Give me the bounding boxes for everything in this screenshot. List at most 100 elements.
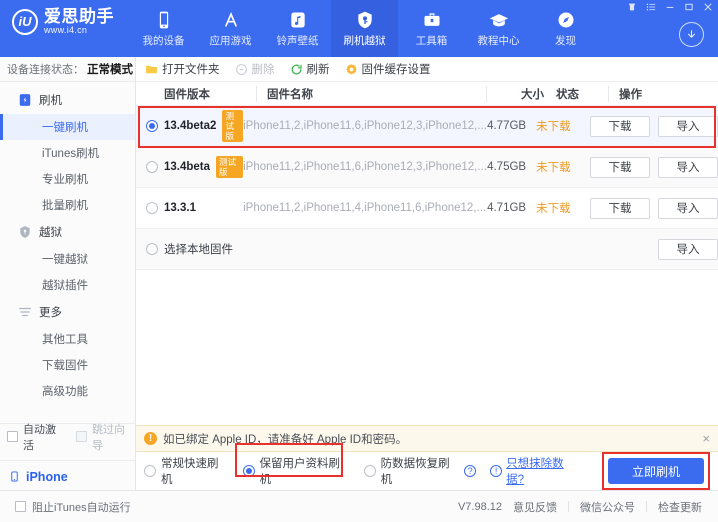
sidebar-item-label: 越狱插件 [42,280,88,292]
row-download-button[interactable]: 下载 [589,115,650,137]
divider [568,501,569,512]
more-lines-icon [19,307,31,317]
sidebar-group-jailbreak[interactable]: 越狱 [0,218,135,246]
sidebar-item-label: 专业刷机 [42,174,88,186]
auto-activate-checkbox[interactable]: 自动激活 [7,421,66,453]
flash-now-wrapper: 立即刷机 [602,452,710,490]
apple-id-notice: ! 如已绑定 Apple ID，请准备好 Apple ID和密码。 × [136,425,718,452]
row-import-button[interactable]: 导入 [657,197,718,219]
row-radio[interactable] [242,465,255,477]
row-import-button[interactable]: 导入 [658,238,718,260]
question-icon[interactable]: ? [464,465,477,477]
firmware-cache-settings-button[interactable]: 固件缓存设置 [345,61,431,77]
sidebar-item-download-firmware[interactable]: 下载固件 [0,352,135,378]
sidebar-item-pro-flash[interactable]: 专业刷机 [0,166,135,192]
checkbox-box-icon [15,501,26,512]
block-itunes-label: 阻止iTunes自动运行 [32,501,131,514]
row-radio[interactable] [146,120,158,132]
footer-link-feedback[interactable]: 意见反馈 [513,499,557,515]
flash-now-button[interactable]: 立即刷机 [608,458,704,484]
sidebar-group-more[interactable]: 更多 [0,298,135,326]
tab-label: 刷机越狱 [343,34,386,47]
table-row[interactable]: 13.4beta 测试版 iPhone11,2,iPhone11,6,iPhon… [136,147,718,188]
row-radio[interactable] [146,243,158,255]
open-folder-button[interactable]: 打开文件夹 [145,61,220,77]
close-icon[interactable] [703,2,713,12]
sidebar-group-flash[interactable]: 刷机 [0,86,135,114]
tab-my-device[interactable]: 我的设备 [130,0,197,57]
footer-link-wechat[interactable]: 微信公众号 [580,499,635,515]
mode-normal-fast[interactable]: 常规快速刷机 [144,455,229,487]
row-version-cell: 选择本地固件 [136,241,250,257]
auto-activate-label: 自动激活 [23,423,56,452]
row-state: 未下载 [536,121,571,133]
table-row[interactable]: 13.3.1 iPhone11,2,iPhone11,4,iPhone11,6,… [136,188,718,229]
row-beta-tag: 测试版 [222,109,244,143]
sidebar-options: 自动激活 跳过向导 [0,423,135,452]
footer-link-check-update[interactable]: 检查更新 [658,499,702,515]
sidebar-item-jailbreak-plugins[interactable]: 越狱插件 [0,272,135,298]
close-icon[interactable]: × [702,431,710,446]
row-radio[interactable] [144,465,156,477]
button-label: 删除 [251,64,275,76]
button-label: 打开文件夹 [162,64,220,76]
brand-title: 爱思助手 [44,7,114,26]
tab-label: 发现 [555,34,576,47]
app-window: iU 爱思助手 www.i4.cn 我的设备 应用游戏 铃声壁纸 刷机越狱 工具… [0,0,718,522]
app-logo[interactable]: iU 爱思助手 www.i4.cn [12,8,114,35]
sidebar-item-label: 下载固件 [42,360,88,372]
row-version: 选择本地固件 [164,244,233,256]
skin-icon[interactable] [627,2,637,12]
tab-ringtone-wallpaper[interactable]: 铃声壁纸 [264,0,331,57]
column-header-state: 状态 [556,88,579,101]
row-radio[interactable] [146,202,158,214]
sidebar-item-other-tools[interactable]: 其他工具 [0,326,135,352]
skip-wizard-label: 跳过向导 [92,423,125,452]
row-operations: 下载 导入 [582,115,718,137]
button-label: 固件缓存设置 [361,64,431,76]
status-bar: 阻止iTunes自动运行 V7.98.12 意见反馈 微信公众号 检查更新 [0,490,718,522]
tab-apps-games[interactable]: 应用游戏 [197,0,264,57]
row-size: 4.77GB [487,120,527,132]
row-operations: 导入 [582,238,718,260]
gear-icon [345,63,357,75]
download-arrow-icon[interactable] [679,22,704,47]
row-download-button[interactable]: 下载 [589,156,650,178]
footer-links: V7.98.12 意见反馈 微信公众号 检查更新 [458,499,718,515]
mode-keep-user-data[interactable]: 保留用户资料刷机 [234,443,350,487]
skip-wizard-checkbox[interactable]: 跳过向导 [76,421,135,453]
mode-anti-recovery[interactable]: 防数据恢复刷机 ? [363,455,477,487]
connected-device[interactable]: iPhone [0,460,135,484]
brand-subtitle: www.i4.cn [44,24,88,35]
tab-tutorial-center[interactable]: 教程中心 [465,0,532,57]
tab-toolbox[interactable]: 工具箱 [398,0,465,57]
table-row[interactable]: 13.4beta2 测试版 iPhone11,2,iPhone11,6,iPho… [136,106,718,147]
row-radio[interactable] [363,465,376,477]
sidebar-item-batch-flash[interactable]: 批量刷机 [0,192,135,218]
minimize-icon[interactable] [665,2,675,12]
tab-flash-jailbreak[interactable]: 刷机越狱 [331,0,398,57]
tab-discover[interactable]: 发现 [532,0,599,57]
warning-icon: ! [144,432,157,445]
sidebar-item-itunes-flash[interactable]: iTunes刷机 [0,140,135,166]
row-radio[interactable] [146,161,158,173]
button-label: 刷新 [306,64,330,76]
menu-icon[interactable] [646,2,656,12]
sidebar-item-one-key-flash[interactable]: 一键刷机 [0,114,135,140]
refresh-button[interactable]: 刷新 [290,61,330,77]
table-row[interactable]: 选择本地固件 导入 [136,229,718,270]
row-import-button[interactable]: 导入 [657,115,718,137]
row-import-button[interactable]: 导入 [657,156,718,178]
erase-data-link[interactable]: ! 只想抹除数据? [490,455,580,487]
sidebar-item-advanced[interactable]: 高级功能 [0,378,135,404]
row-operations: 下载 导入 [582,156,718,178]
maximize-icon[interactable] [684,2,694,12]
block-itunes-checkbox[interactable]: 阻止iTunes自动运行 [0,499,131,515]
sidebar-item-label: 批量刷机 [42,200,88,212]
sidebar-item-label: 其他工具 [42,334,88,346]
row-state: 未下载 [536,162,571,174]
row-download-button[interactable]: 下载 [589,197,650,219]
sidebar-item-one-key-jailbreak[interactable]: 一键越狱 [0,246,135,272]
mode-label: 常规快速刷机 [161,458,219,486]
row-size: 4.75GB [487,161,527,173]
